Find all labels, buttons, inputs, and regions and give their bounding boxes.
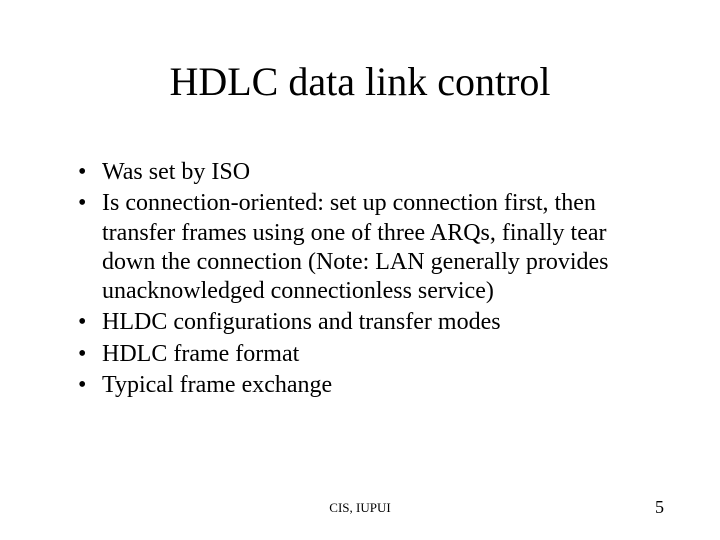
bullet-text: HDLC frame format [102,341,299,367]
slide-body: Was set by ISO Is connection-oriented: s… [78,158,658,402]
footer-center: CIS, IUPUI [0,500,720,516]
list-item: Typical frame exchange [78,371,658,400]
bullet-list: Was set by ISO Is connection-oriented: s… [78,158,658,400]
list-item: HLDC configurations and transfer modes [78,308,658,337]
list-item: HDLC frame format [78,340,658,369]
bullet-text: Typical frame exchange [102,372,332,398]
page-number: 5 [655,497,664,518]
list-item: Is connection-oriented: set up connectio… [78,189,658,306]
list-item: Was set by ISO [78,158,658,187]
bullet-text: Was set by ISO [102,159,250,185]
slide-title: HDLC data link control [0,58,720,105]
bullet-text: HLDC configurations and transfer modes [102,309,501,335]
bullet-text: Is connection-oriented: set up connectio… [102,190,609,304]
slide: HDLC data link control Was set by ISO Is… [0,0,720,540]
